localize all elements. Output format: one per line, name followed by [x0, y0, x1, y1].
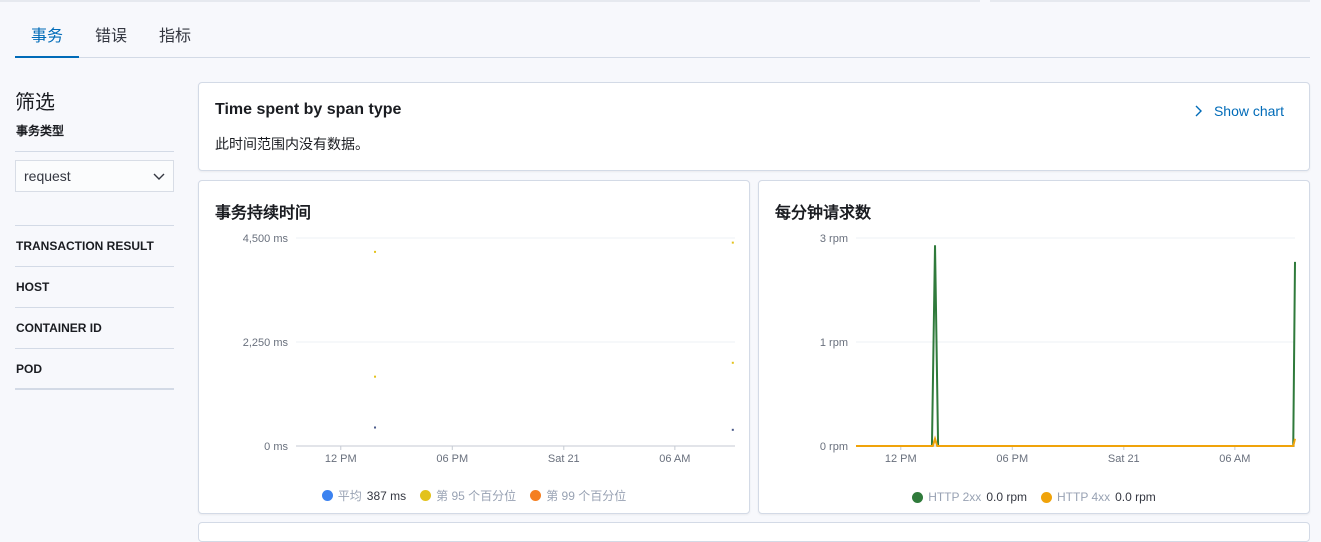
rpm-panel: 每分钟请求数 0 rpm 1 rpm 3 rpm 12 PM 06 PM Sat 21 06…	[758, 180, 1310, 514]
legend-4xx-name: HTTP 4xx	[1057, 490, 1111, 504]
show-chart-button[interactable]: Show chart	[1194, 103, 1284, 119]
facet-list: TRANSACTION RESULT HOST CONTAINER ID POD	[15, 225, 174, 390]
data-point	[374, 426, 377, 429]
legend-4xx[interactable]: HTTP 4xx 0.0 rpm	[1041, 490, 1156, 504]
chevron-down-icon	[153, 173, 165, 180]
legend-2xx-value: 0.0 rpm	[986, 490, 1027, 504]
avg-color-dot	[321, 490, 333, 501]
filter-title: 筛选	[15, 92, 55, 114]
facet-container-id[interactable]: CONTAINER ID	[15, 308, 174, 349]
tab-bar: 事务 错误 指标	[15, 14, 1310, 58]
legend-avg-value: 387 ms	[366, 488, 407, 503]
facet-transaction-result[interactable]: TRANSACTION RESULT	[15, 226, 174, 267]
data-point	[731, 361, 734, 364]
filter-sidebar: 筛选 事务类型 request TRANSACTION RESULT HOST …	[15, 80, 174, 390]
transaction-type-label: 事务类型	[15, 122, 174, 152]
rpm-chart: 0 rpm 1 rpm 3 rpm 12 PM 06 PM Sat 21 06 AM	[820, 233, 1296, 465]
series-line-http-2xx	[856, 245, 1296, 447]
duration-legend: 平均 387 ms 第 95 个百分位 第 99 个百分位	[199, 487, 749, 504]
span-type-empty-text: 此时间范围内没有数据。	[215, 136, 369, 152]
legend-p95[interactable]: 第 95 个百分位	[420, 487, 516, 504]
2xx-color-dot	[912, 491, 924, 503]
series-line-http-4xx	[856, 435, 1296, 447]
x-tick-label: Sat 21	[1108, 453, 1140, 465]
duration-chart: 0 ms 2,250 ms 4,500 ms 12 PM 06 PM Sat 21 06 A…	[243, 233, 735, 465]
p95-color-dot	[420, 490, 432, 501]
legend-p99-name: 第 99 个百分位	[546, 489, 627, 503]
legend-2xx[interactable]: HTTP 2xx 0.0 rpm	[912, 490, 1027, 504]
data-point	[731, 241, 734, 244]
legend-2xx-name: HTTP 2xx	[928, 490, 982, 504]
y-tick-label: 2,250 ms	[243, 337, 289, 349]
tab-errors[interactable]: 错误	[79, 14, 143, 58]
y-tick-label: 1 rpm	[820, 337, 848, 349]
facet-host[interactable]: HOST	[15, 267, 174, 308]
show-chart-label: Show chart	[1213, 103, 1284, 119]
x-tick-label: 06 PM	[436, 453, 468, 465]
data-point	[731, 428, 734, 431]
p99-color-dot	[530, 490, 542, 501]
data-point	[374, 250, 377, 253]
x-tick-label: Sat 21	[548, 453, 580, 465]
x-tick-label: 06 AM	[659, 453, 690, 465]
search-bar-edge	[0, 0, 980, 2]
legend-avg[interactable]: 平均 387 ms	[321, 487, 407, 504]
duration-panel: 事务持续时间 0 ms 2,250 ms 4,500 ms 12 PM 06 PM Sat…	[198, 180, 750, 514]
x-tick-label: 06 AM	[1219, 453, 1250, 465]
legend-avg-name: 平均	[337, 489, 362, 503]
span-type-title: Time spent by span type	[215, 101, 402, 118]
rpm-legend: HTTP 2xx 0.0 rpm HTTP 4xx 0.0 rpm	[759, 490, 1309, 504]
next-panel-edge	[198, 522, 1310, 542]
4xx-color-dot	[1041, 491, 1052, 503]
tab-transactions[interactable]: 事务	[15, 14, 80, 58]
x-tick-label: 12 PM	[885, 453, 917, 465]
transaction-type-value: request	[24, 168, 71, 184]
span-type-panel: Time spent by span type 此时间范围内没有数据。 Show…	[198, 82, 1310, 171]
chevron-right-icon	[1195, 105, 1202, 117]
data-point	[374, 375, 377, 378]
legend-4xx-value: 0.0 rpm	[1115, 490, 1156, 504]
y-tick-label: 0 ms	[264, 441, 288, 453]
x-tick-label: 12 PM	[325, 453, 357, 465]
y-tick-label: 4,500 ms	[243, 233, 289, 245]
legend-p99[interactable]: 第 99 个百分位	[530, 487, 626, 504]
tab-metrics[interactable]: 指标	[143, 14, 207, 58]
facet-pod[interactable]: POD	[15, 349, 174, 390]
transaction-type-select[interactable]: request	[15, 160, 174, 192]
date-picker-edge	[990, 0, 1310, 2]
y-tick-label: 0 rpm	[820, 441, 848, 453]
legend-p95-name: 第 95 个百分位	[436, 489, 517, 503]
x-tick-label: 06 PM	[996, 453, 1028, 465]
y-tick-label: 3 rpm	[820, 233, 848, 245]
